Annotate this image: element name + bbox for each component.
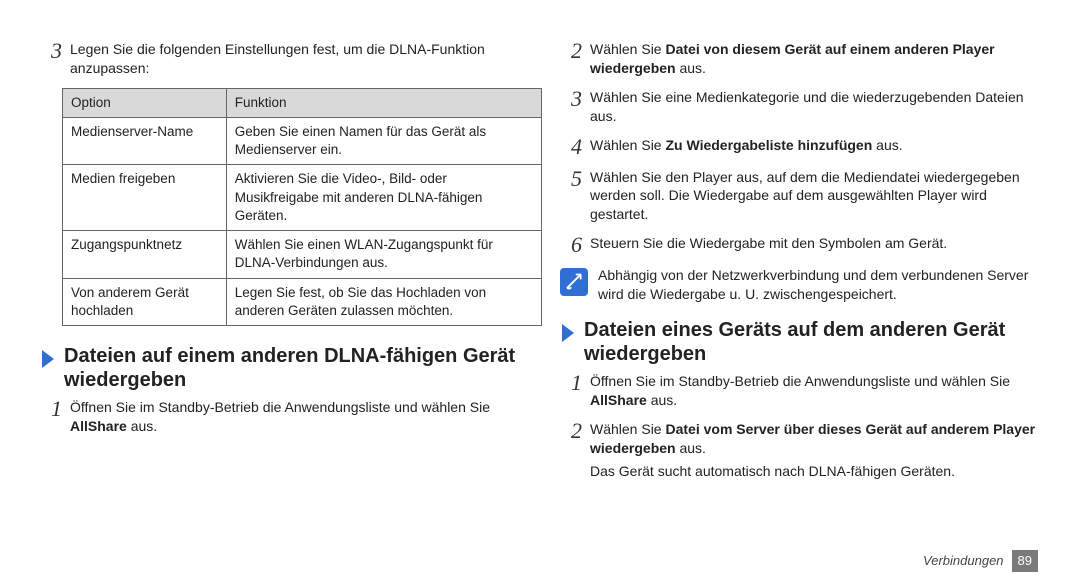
step-number: 5	[560, 168, 582, 190]
text-fragment: Wählen Sie	[590, 137, 665, 153]
step-text: Öffnen Sie im Standby-Betrieb die Anwend…	[590, 372, 1040, 410]
chevron-icon	[560, 322, 576, 344]
chevron-icon	[40, 348, 56, 370]
step-text: Wählen Sie Datei von diesem Gerät auf ei…	[590, 40, 1040, 78]
right-step-2: 2 Wählen Sie Datei von diesem Gerät auf …	[560, 40, 1040, 78]
table-row: Zugangspunktnetz Wählen Sie einen WLAN-Z…	[63, 231, 542, 278]
step-text: Steuern Sie die Wiedergabe mit den Symbo…	[590, 234, 1040, 253]
footer-page-number: 89	[1012, 550, 1038, 572]
table-row: Medienserver-Name Geben Sie einen Namen …	[63, 118, 542, 165]
text-fragment: Wählen Sie	[590, 421, 665, 437]
subhead-text: Dateien eines Geräts auf dem anderen Ger…	[584, 318, 1040, 366]
step-text: Wählen Sie Datei vom Server über dieses …	[590, 420, 1040, 481]
table-row: Von anderem Gerät hochladen Legen Sie fe…	[63, 278, 542, 325]
after-text: Das Gerät sucht automatisch nach DLNA-fä…	[590, 462, 1040, 481]
right-b-step-1: 1 Öffnen Sie im Standby-Betrieb die Anwe…	[560, 372, 1040, 410]
footer-section: Verbindungen	[923, 552, 1003, 570]
left-subheading: Dateien auf einem anderen DLNA-fähigen G…	[40, 344, 520, 392]
step-text: Wählen Sie den Player aus, auf dem die M…	[590, 168, 1040, 225]
left-step-3: 3 Legen Sie die folgenden Einstellungen …	[40, 40, 520, 78]
note-icon	[560, 268, 588, 296]
step-number: 3	[40, 40, 62, 62]
text-fragment: aus.	[676, 440, 706, 456]
cell-funktion: Geben Sie einen Namen für das Gerät als …	[226, 118, 541, 165]
text-fragment: aus.	[676, 60, 706, 76]
text-fragment: aus.	[647, 392, 677, 408]
text-fragment: Öffnen Sie im Standby-Betrieb die Anwend…	[70, 399, 490, 415]
right-step-4: 4 Wählen Sie Zu Wiedergabeliste hinzufüg…	[560, 136, 1040, 158]
bold-fragment: Zu Wiedergabeliste hinzufügen	[665, 137, 872, 153]
step-number: 2	[560, 40, 582, 62]
right-subheading: Dateien eines Geräts auf dem anderen Ger…	[560, 318, 1040, 366]
subhead-text: Dateien auf einem anderen DLNA-fähigen G…	[64, 344, 520, 392]
th-funktion: Funktion	[226, 88, 541, 117]
step-text: Öffnen Sie im Standby-Betrieb die Anwend…	[70, 398, 520, 436]
bold-fragment: AllShare	[70, 418, 127, 434]
cell-option: Von anderem Gerät hochladen	[63, 278, 227, 325]
right-column: 2 Wählen Sie Datei von diesem Gerät auf …	[560, 40, 1040, 586]
step-text: Wählen Sie eine Medienkategorie und die …	[590, 88, 1040, 126]
step-text: Wählen Sie Zu Wiedergabeliste hinzufügen…	[590, 136, 1040, 155]
step-number: 3	[560, 88, 582, 110]
left-b-step-1: 1 Öffnen Sie im Standby-Betrieb die Anwe…	[40, 398, 520, 436]
right-step-6: 6 Steuern Sie die Wiedergabe mit den Sym…	[560, 234, 1040, 256]
table-row: Medien freigeben Aktivieren Sie die Vide…	[63, 165, 542, 231]
right-step-5: 5 Wählen Sie den Player aus, auf dem die…	[560, 168, 1040, 225]
text-fragment: aus.	[127, 418, 157, 434]
cell-funktion: Aktivieren Sie die Video-, Bild- oder Mu…	[226, 165, 541, 231]
step-text: Legen Sie die folgenden Einstellungen fe…	[70, 40, 520, 78]
cell-option: Medien freigeben	[63, 165, 227, 231]
left-column: 3 Legen Sie die folgenden Einstellungen …	[40, 40, 520, 586]
cell-funktion: Legen Sie fest, ob Sie das Hochladen von…	[226, 278, 541, 325]
text-fragment: Öffnen Sie im Standby-Betrieb die Anwend…	[590, 373, 1010, 389]
step-number: 1	[560, 372, 582, 394]
th-option: Option	[63, 88, 227, 117]
cell-funktion: Wählen Sie einen WLAN-Zugangspunkt für D…	[226, 231, 541, 278]
cell-option: Medienserver-Name	[63, 118, 227, 165]
note-box: Abhängig von der Netzwerkverbindung und …	[560, 266, 1040, 304]
right-step-3: 3 Wählen Sie eine Medienkategorie und di…	[560, 88, 1040, 126]
bold-fragment: AllShare	[590, 392, 647, 408]
footer: Verbindungen 89	[923, 550, 1038, 572]
step-number: 6	[560, 234, 582, 256]
step-number: 1	[40, 398, 62, 420]
step-number: 2	[560, 420, 582, 442]
text-fragment: Wählen Sie	[590, 41, 665, 57]
cell-option: Zugangspunktnetz	[63, 231, 227, 278]
text-fragment: aus.	[872, 137, 902, 153]
options-table: Option Funktion Medienserver-Name Geben …	[62, 88, 542, 326]
page: 3 Legen Sie die folgenden Einstellungen …	[0, 0, 1080, 586]
note-text: Abhängig von der Netzwerkverbindung und …	[598, 266, 1040, 304]
right-b-step-2: 2 Wählen Sie Datei vom Server über diese…	[560, 420, 1040, 481]
step-number: 4	[560, 136, 582, 158]
